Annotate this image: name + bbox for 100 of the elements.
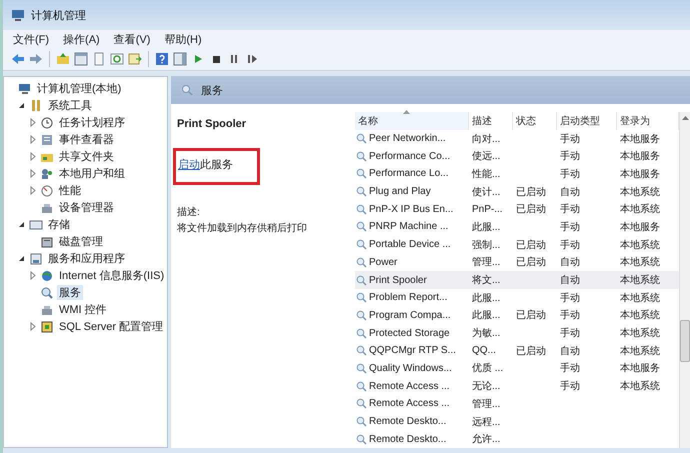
collapsed-triangle-icon[interactable] [28,152,37,161]
column-header[interactable]: 描述 [469,112,513,130]
service-name-cell[interactable]: Protected Storage [369,328,450,339]
window-title: 计算机管理 [31,8,86,22]
list-row[interactable]: Remote Deskto... 远程... [355,412,679,430]
list-row[interactable]: Problem Report... 此服... 手动 本地系统 [355,288,679,307]
menu-item[interactable]: 文件(F) [13,32,50,46]
panel-icon[interactable] [173,52,187,66]
description-cell-text: 此服... [472,308,500,322]
description-cell-text: 将文... [472,274,500,288]
startup-type-cell-text: 手动 [560,308,580,322]
expanded-triangle-icon[interactable] [17,101,26,110]
document-icon[interactable] [92,52,106,66]
service-name-cell[interactable]: Problem Report... [369,292,448,304]
folder-up-icon[interactable] [56,52,70,66]
service-name-cell[interactable]: Remote Deskto... [369,434,446,445]
service-name-cell[interactable]: Quality Windows... [369,362,452,374]
logon-cell-text: 本地系统 [620,256,660,270]
help-icon[interactable] [155,52,169,66]
expanded-triangle-icon[interactable] [17,254,26,263]
list-row[interactable]: Performance Co... 使远... 手动 本地服务 [355,147,679,166]
collapsed-triangle-icon[interactable] [28,135,37,144]
startup-type-cell-text: 手动 [560,380,580,394]
magnifier-icon [356,292,367,304]
service-name-cell[interactable]: QQPCMgr RTP S... [369,345,456,356]
service-name-cell[interactable]: Plug and Play [369,186,431,198]
tree-item[interactable]: 设备管理器 [57,200,116,215]
column-header[interactable]: 名称 [355,112,469,130]
tree-item[interactable]: 性能 [57,183,83,198]
service-name-cell[interactable]: Remote Access ... [369,398,450,410]
menu-item[interactable]: 操作(A) [63,32,100,46]
list-row[interactable]: Portable Device ... 强制... 已启动 手动 本地系统 [355,236,679,254]
collapsed-triangle-icon[interactable] [28,186,37,195]
service-name-cell[interactable]: Performance Lo... [369,168,448,180]
list-row[interactable]: Performance Lo... 性能... 手动 本地服务 [355,165,679,183]
tree-item[interactable]: 系统工具 [46,98,94,113]
tree-item[interactable]: Internet 信息服务(IIS) [57,268,166,283]
refresh-icon[interactable] [110,52,124,66]
magnifier-icon [356,239,367,250]
tree-item[interactable]: 磁盘管理 [57,234,105,249]
logon-cell-text: 本地系统 [620,380,660,394]
startup-type-cell-text: 手动 [560,132,580,146]
service-name-cell[interactable]: Portable Device ... [369,239,451,250]
collapsed-triangle-icon[interactable] [28,169,37,178]
service-name-cell[interactable]: Peer Networkin... [369,133,446,144]
list-row[interactable]: Quality Windows... 优质 ... 手动 本地服务 [355,360,679,378]
service-name-cell[interactable]: Power [369,256,398,268]
list-row[interactable]: Protected Storage 为敏... 手动 本地系统 [355,324,679,342]
service-name-cell[interactable]: Performance Co... [369,150,450,162]
tree-item[interactable]: SQL Server 配置管理 [57,319,166,334]
tree-item[interactable]: 服务 [57,285,83,300]
magnifier-icon [356,221,367,232]
tree-item[interactable]: 事件查看器 [57,132,116,147]
panel-icon[interactable] [74,52,88,66]
forward-arrow-icon[interactable] [29,52,43,66]
service-name-cell[interactable]: Remote Deskto... [369,416,446,428]
startup-type-cell-text: 自动 [560,186,580,199]
collapsed-triangle-icon[interactable] [28,118,37,127]
list-row[interactable]: Program Compa... 此服... 已启动 手动 本地系统 [355,306,679,324]
list-row[interactable]: Print Spooler 将文... 自动 本地系统 [355,271,679,289]
list-row[interactable]: PnP-X IP Bus En... PnP-... 已启动 手动 本地系统 [355,200,679,218]
logon-cell-text: 本地系统 [620,274,660,288]
logon-cell-text: 本地服务 [620,150,660,164]
service-name-cell[interactable]: PnP-X IP Bus En... [369,204,454,215]
service-name-cell[interactable]: Print Spooler [369,274,427,286]
magnifier-icon [356,434,367,445]
service-name-cell[interactable]: PNRP Machine ... [369,221,448,232]
tree-item[interactable]: 服务和应用程序 [46,251,127,266]
tree-item[interactable]: 本地用户和组 [57,166,127,181]
column-header[interactable]: 状态 [513,112,557,130]
list-row[interactable]: Power 管理... 已启动 自动 本地系统 [355,254,679,272]
tree-item[interactable]: 共享文件夹 [57,149,116,164]
expanded-triangle-icon[interactable] [17,220,26,229]
tree-item[interactable]: WMI 控件 [57,302,109,317]
tree-item[interactable]: 任务计划程序 [57,115,127,130]
menu-item[interactable]: 查看(V) [114,32,150,46]
collapsed-triangle-icon[interactable] [28,271,37,280]
column-header[interactable]: 启动类型 [557,112,617,130]
description-text: 将文件加载到内存供稍后打印 [177,222,308,235]
tree-item[interactable]: 存储 [46,217,72,232]
export-icon[interactable] [128,52,142,66]
list-row[interactable]: PNRP Machine ... 此服... 手动 本地服务 [355,218,679,236]
list-row[interactable]: Remote Access ... 管理... [355,395,679,413]
scrollbar-thumb[interactable] [680,320,690,362]
service-name-cell[interactable]: Program Compa... [369,310,451,321]
startup-type-cell-text: 手动 [560,202,580,216]
list-row[interactable]: Remote Access ... 无论... 手动 本地系统 [355,377,679,395]
list-row[interactable]: Remote Deskto... 允许... [355,430,679,448]
logon-cell-text: 本地系统 [620,326,660,340]
start-service-link[interactable]: 启动 [178,159,200,171]
collapsed-triangle-icon[interactable] [28,322,37,331]
service-name-cell[interactable]: Remote Access ... [369,380,450,392]
back-arrow-icon[interactable] [11,52,25,66]
list-row[interactable]: Plug and Play 使计... 已启动 自动 本地系统 [355,182,679,200]
menu-item[interactable]: 帮助(H) [164,32,202,46]
list-row[interactable]: QQPCMgr RTP S... QQ... 已启动 自动 本地系统 [355,342,679,360]
list-row[interactable]: Peer Networkin... 向对... 手动 本地服务 [355,130,679,148]
restart-icon[interactable] [245,52,259,66]
tree-item[interactable]: 计算机管理(本地) [35,81,124,96]
scroll-up-arrow-icon[interactable] [682,116,688,120]
